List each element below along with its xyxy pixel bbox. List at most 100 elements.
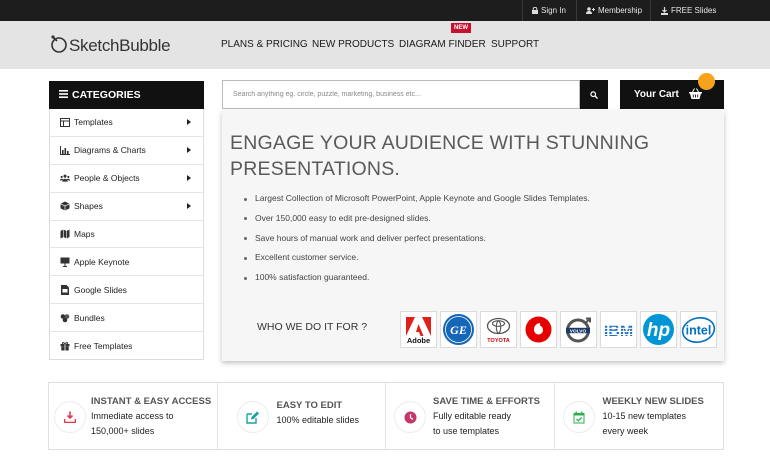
feature-description: Fully editable ready to use templates xyxy=(433,409,511,439)
feature-instant-access: INSTANT & EASY ACCESS Immediate access t… xyxy=(49,383,218,449)
adobe-logo: Adobe xyxy=(400,311,437,348)
search-box xyxy=(222,80,580,109)
sidebar-item-bundles[interactable]: Bundles xyxy=(50,304,203,333)
user-plus-icon xyxy=(586,7,595,14)
feature-description-line: 10-15 new templates xyxy=(602,411,687,421)
feature-description-line: Immediate access to xyxy=(91,411,174,421)
logo-text: SketchBubble xyxy=(69,36,171,55)
slides-icon xyxy=(60,284,70,295)
gift-icon xyxy=(60,341,70,351)
sidebar-item-diagrams-charts[interactable]: Diagrams & Charts xyxy=(50,137,203,165)
ge-logo: GE xyxy=(440,311,477,348)
free-slides-label: FREE Slides xyxy=(671,6,717,15)
client-logos: Adobe GE TOYOTA VOLVO IBM hp intel xyxy=(400,311,717,348)
download-icon xyxy=(661,6,668,15)
sidebar-item-google-slides[interactable]: Google Slides xyxy=(50,276,203,305)
svg-text:VOLVO: VOLVO xyxy=(570,328,587,334)
feature-bullet-list: Largest Collection of Microsoft PowerPoi… xyxy=(244,189,590,288)
feature-title: WEEKLY NEW SLIDES xyxy=(602,396,704,407)
sidebar-item-apple-keynote[interactable]: Apple Keynote xyxy=(50,248,203,277)
feature-title: SAVE TIME & EFFORTS xyxy=(433,396,540,407)
feature-title: INSTANT & EASY ACCESS xyxy=(91,396,212,407)
keynote-icon xyxy=(60,257,70,267)
sidebar-item-free-templates[interactable]: Free Templates xyxy=(50,332,203,360)
divider xyxy=(522,0,523,21)
bundle-icon xyxy=(60,313,70,323)
sidebar-item-templates[interactable]: Templates xyxy=(50,109,203,137)
sidebar-item-label: People & Objects xyxy=(74,173,140,184)
ibm-logo: IBM xyxy=(600,311,637,348)
sidebar-item-label: Free Templates xyxy=(74,341,133,352)
feature-easy-edit: EASY TO EDIT 100% editable slides xyxy=(218,383,386,449)
calendar-check-icon xyxy=(562,401,595,433)
header: SketchBubble PLANS & PRICING NEW PRODUCT… xyxy=(0,21,770,69)
membership-label: Membership xyxy=(598,6,643,15)
feature-save-time: SAVE TIME & EFFORTS Fully editable ready… xyxy=(386,383,555,449)
categories-header[interactable]: CATEGORIES xyxy=(49,81,204,109)
divider xyxy=(576,0,577,21)
cube-icon xyxy=(60,201,70,211)
categories-list: Templates Diagrams & Charts People & Obj… xyxy=(49,109,204,360)
hp-logo: hp xyxy=(640,311,677,348)
list-item: 100% satisfaction guaranteed. xyxy=(244,268,590,288)
sidebar-item-label: Bundles xyxy=(74,312,105,323)
feature-weekly-slides: WEEKLY NEW SLIDES 10-15 new templates ev… xyxy=(555,383,724,449)
search-input[interactable] xyxy=(223,81,579,108)
feature-description-line: 100% editable slides xyxy=(276,415,360,425)
volvo-logo: VOLVO xyxy=(560,311,597,348)
logo-bubble-icon xyxy=(50,34,68,59)
edit-icon xyxy=(236,401,269,433)
toyota-logo: TOYOTA xyxy=(480,311,517,348)
sidebar-item-people-objects[interactable]: People & Objects xyxy=(50,165,203,193)
nav-new-products[interactable]: NEW PRODUCTS xyxy=(312,21,394,69)
nav-diagram-finder[interactable]: DIAGRAM FINDER xyxy=(399,21,486,69)
sidebar-item-label: Apple Keynote xyxy=(74,256,130,267)
features-strip: INSTANT & EASY ACCESS Immediate access t… xyxy=(48,382,724,450)
svg-text:hp: hp xyxy=(647,320,670,341)
search-button[interactable] xyxy=(580,80,608,109)
intel-logo: intel xyxy=(680,311,717,348)
sidebar-item-shapes[interactable]: Shapes xyxy=(50,193,203,221)
sidebar-item-label: Templates xyxy=(74,117,113,128)
feature-description: Immediate access to 150,000+ slides xyxy=(91,409,174,439)
menu-icon xyxy=(59,89,68,101)
svg-text:intel: intel xyxy=(686,324,712,338)
sidebar-item-label: Diagrams & Charts xyxy=(74,145,146,156)
feature-description-line: every week xyxy=(602,426,649,436)
lock-icon xyxy=(532,7,538,14)
search-icon xyxy=(590,86,598,104)
list-item: Largest Collection of Microsoft PowerPoi… xyxy=(244,189,590,209)
chart-icon xyxy=(60,145,70,155)
list-item: Save hours of manual work and deliver pe… xyxy=(244,229,590,249)
feature-description-line: 150,000+ slides xyxy=(91,426,155,436)
svg-text:GE: GE xyxy=(450,323,467,337)
sidebar-item-label: Google Slides xyxy=(74,284,127,295)
feature-description: 100% editable slides xyxy=(277,413,360,428)
basket-icon xyxy=(688,87,702,102)
clock-icon xyxy=(394,401,426,433)
caret-right-icon xyxy=(187,147,191,154)
sidebar-item-maps[interactable]: Maps xyxy=(50,221,203,249)
membership-link[interactable]: Membership xyxy=(586,0,642,21)
free-slides-link[interactable]: FREE Slides xyxy=(661,0,716,21)
sign-in-label: Sign In xyxy=(541,6,566,15)
feature-description-line: to use templates xyxy=(433,426,500,436)
feature-description: 10-15 new templates every week xyxy=(603,409,687,439)
hero-title: ENGAGE YOUR AUDIENCE WITH STUNNING PRESE… xyxy=(230,132,650,180)
map-icon xyxy=(60,229,70,239)
people-icon xyxy=(60,173,70,183)
caret-right-icon xyxy=(187,203,191,210)
categories-title: CATEGORIES xyxy=(72,89,141,101)
hero-panel: ENGAGE YOUR AUDIENCE WITH STUNNING PRESE… xyxy=(222,111,724,361)
list-item: Over 150,000 easy to edit pre-designed s… xyxy=(244,209,590,229)
logo[interactable]: SketchBubble xyxy=(50,34,171,59)
svg-text:Adobe: Adobe xyxy=(407,336,430,345)
sign-in-link[interactable]: Sign In xyxy=(532,0,566,21)
divider xyxy=(650,0,651,21)
nav-support[interactable]: SUPPORT xyxy=(491,21,539,69)
cart-count-badge xyxy=(698,73,715,90)
feature-title: EASY TO EDIT xyxy=(276,400,343,411)
sidebar-item-label: Shapes xyxy=(74,201,103,212)
nav-plans-pricing[interactable]: PLANS & PRICING xyxy=(221,21,308,69)
sidebar-item-label: Maps xyxy=(74,229,95,239)
